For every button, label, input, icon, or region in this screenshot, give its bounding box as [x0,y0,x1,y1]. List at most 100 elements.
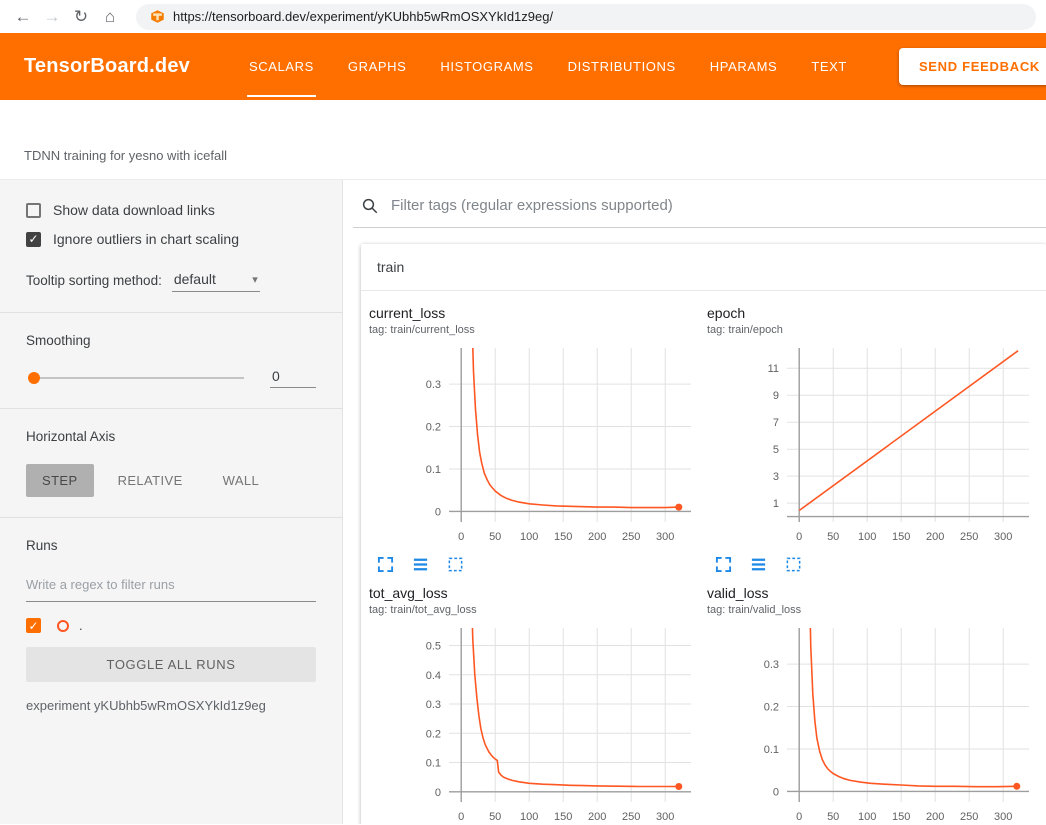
chart-canvas[interactable]: 05010015020025030000.10.20.30.40.5 [369,622,699,824]
run-name: . [79,618,83,633]
svg-text:300: 300 [994,531,1012,543]
url-text: https://tensorboard.dev/experiment/yKUbh… [173,9,553,24]
svg-text:7: 7 [773,417,779,429]
runs-filter-input[interactable] [26,573,316,602]
divider [0,312,342,313]
tab-text[interactable]: TEXT [794,33,864,100]
svg-text:250: 250 [622,531,640,543]
scalar-chart-card-epoch: epochtag: train/epoch0501001502002503001… [707,305,1037,579]
chart-canvas[interactable]: 05010015020025030000.10.20.3 [369,342,699,548]
svg-text:0: 0 [796,531,802,543]
svg-text:1: 1 [773,498,779,510]
back-icon[interactable]: ← [10,4,36,30]
horizontal-axis-group: STEPRELATIVEWALL [26,464,316,497]
chart-canvas[interactable]: 0501001502002503001357911 [707,342,1037,548]
chart-toolbar [369,548,699,579]
svg-text:0: 0 [435,787,441,799]
divider [0,408,342,409]
expand-chart-icon[interactable] [377,556,394,573]
svg-text:300: 300 [994,811,1012,823]
chart-title: valid_loss [707,585,1037,601]
svg-text:0.4: 0.4 [426,670,441,682]
tag-filter-row [353,190,1046,228]
svg-text:50: 50 [827,531,839,543]
send-feedback-button[interactable]: SEND FEEDBACK [899,48,1046,85]
charts-grid: current_loss tag: train/current_loss 0 50 1 0… [361,291,1046,824]
svg-text:50: 50 [489,811,501,823]
smoothing-slider[interactable] [34,377,244,379]
svg-text:0.3: 0.3 [426,699,441,711]
tag-filter-input[interactable] [389,196,1046,215]
svg-text:200: 200 [588,811,606,823]
runs-label: Runs [26,538,316,553]
fit-domain-icon[interactable] [785,556,802,573]
chart-tag: tag: train/valid_loss [707,604,1037,616]
run-checkbox[interactable]: ✓ [26,618,41,633]
fit-domain-icon[interactable] [447,556,464,573]
tensorboard-favicon [150,9,165,24]
section-header-train[interactable]: train [361,244,1046,291]
expand-chart-icon[interactable] [715,556,732,573]
tab-hparams[interactable]: HPARAMS [693,33,795,100]
run-row: ✓. [26,618,316,633]
reload-icon[interactable]: ↻ [68,4,94,30]
smoothing-slider-thumb[interactable] [28,372,40,384]
tensorboard-logo: TensorBoard.dev [24,55,190,78]
svg-text:250: 250 [960,811,978,823]
svg-text:200: 200 [588,531,606,543]
experiment-description-row: TDNN training for yesno with icefall [0,100,1046,179]
scalar-chart-card-tot-avg-loss: tot_avg_losstag: train/tot_avg_loss05010… [369,585,699,824]
svg-text:0.1: 0.1 [426,464,441,476]
toggle-all-runs-button[interactable]: TOGGLE ALL RUNS [26,647,316,682]
address-bar[interactable]: https://tensorboard.dev/experiment/yKUbh… [136,4,1036,30]
axis-button-relative[interactable]: RELATIVE [102,464,199,497]
svg-text:0.2: 0.2 [426,728,441,740]
svg-text:0.5: 0.5 [426,641,441,653]
svg-text:0: 0 [435,506,441,518]
svg-text:150: 150 [892,531,910,543]
experiment-name: experiment yKUbhb5wRmOSXYkId1z9eg [26,698,316,713]
checkbox-label: Show data download links [53,202,215,218]
axis-button-wall[interactable]: WALL [207,464,276,497]
show-data-download-links-row: Show data download links [26,202,316,218]
tab-histograms[interactable]: HISTOGRAMS [423,33,550,100]
chevron-down-icon: ▾ [252,273,258,286]
chart-tag: tag: train/current_loss [369,324,699,336]
svg-text:150: 150 [892,811,910,823]
smoothing-value-field[interactable]: 0 [270,368,316,388]
ignore-outliers-in-chart-scaling-row: ✓ Ignore outliers in chart scaling [26,231,316,247]
tab-scalars[interactable]: SCALARS [232,33,331,100]
tooltip-sorting-select[interactable]: default ▾ [172,269,260,292]
show-data-download-links-checkbox[interactable] [26,203,41,218]
axis-button-step[interactable]: STEP [26,464,94,497]
svg-text:50: 50 [827,811,839,823]
section-title: train [377,259,404,275]
svg-text:200: 200 [926,531,944,543]
chart-canvas[interactable]: 05010015020025030000.10.20.3 [707,622,1037,824]
svg-text:50: 50 [489,531,501,543]
search-icon [361,197,379,215]
svg-text:0: 0 [458,811,464,823]
svg-text:150: 150 [554,811,572,823]
smoothing-label: Smoothing [26,333,316,348]
svg-text:9: 9 [773,390,779,402]
svg-text:300: 300 [656,531,674,543]
chart-title: current_loss [369,305,699,321]
ignore-outliers-in-chart-scaling-checkbox[interactable]: ✓ [26,232,41,247]
svg-text:0.2: 0.2 [426,422,441,434]
chart-tag: tag: train/epoch [707,324,1037,336]
chart-title: epoch [707,305,1037,321]
checkbox-label: Ignore outliers in chart scaling [53,231,239,247]
tab-graphs[interactable]: GRAPHS [331,33,424,100]
tooltip-sorting-row: Tooltip sorting method: default ▾ [26,269,316,292]
svg-text:0.3: 0.3 [426,379,441,391]
run-color-swatch [57,620,69,632]
nav-tabs: SCALARSGRAPHSHISTOGRAMSDISTRIBUTIONSHPAR… [232,33,864,100]
tab-distributions[interactable]: DISTRIBUTIONS [551,33,693,100]
home-icon[interactable]: ⌂ [97,4,123,30]
svg-text:0.2: 0.2 [764,702,779,714]
forward-icon[interactable]: → [39,4,65,30]
browser-chrome: ← → ↻ ⌂ https://tensorboard.dev/experime… [0,0,1046,33]
runs-table-icon[interactable] [750,556,767,573]
runs-table-icon[interactable] [412,556,429,573]
